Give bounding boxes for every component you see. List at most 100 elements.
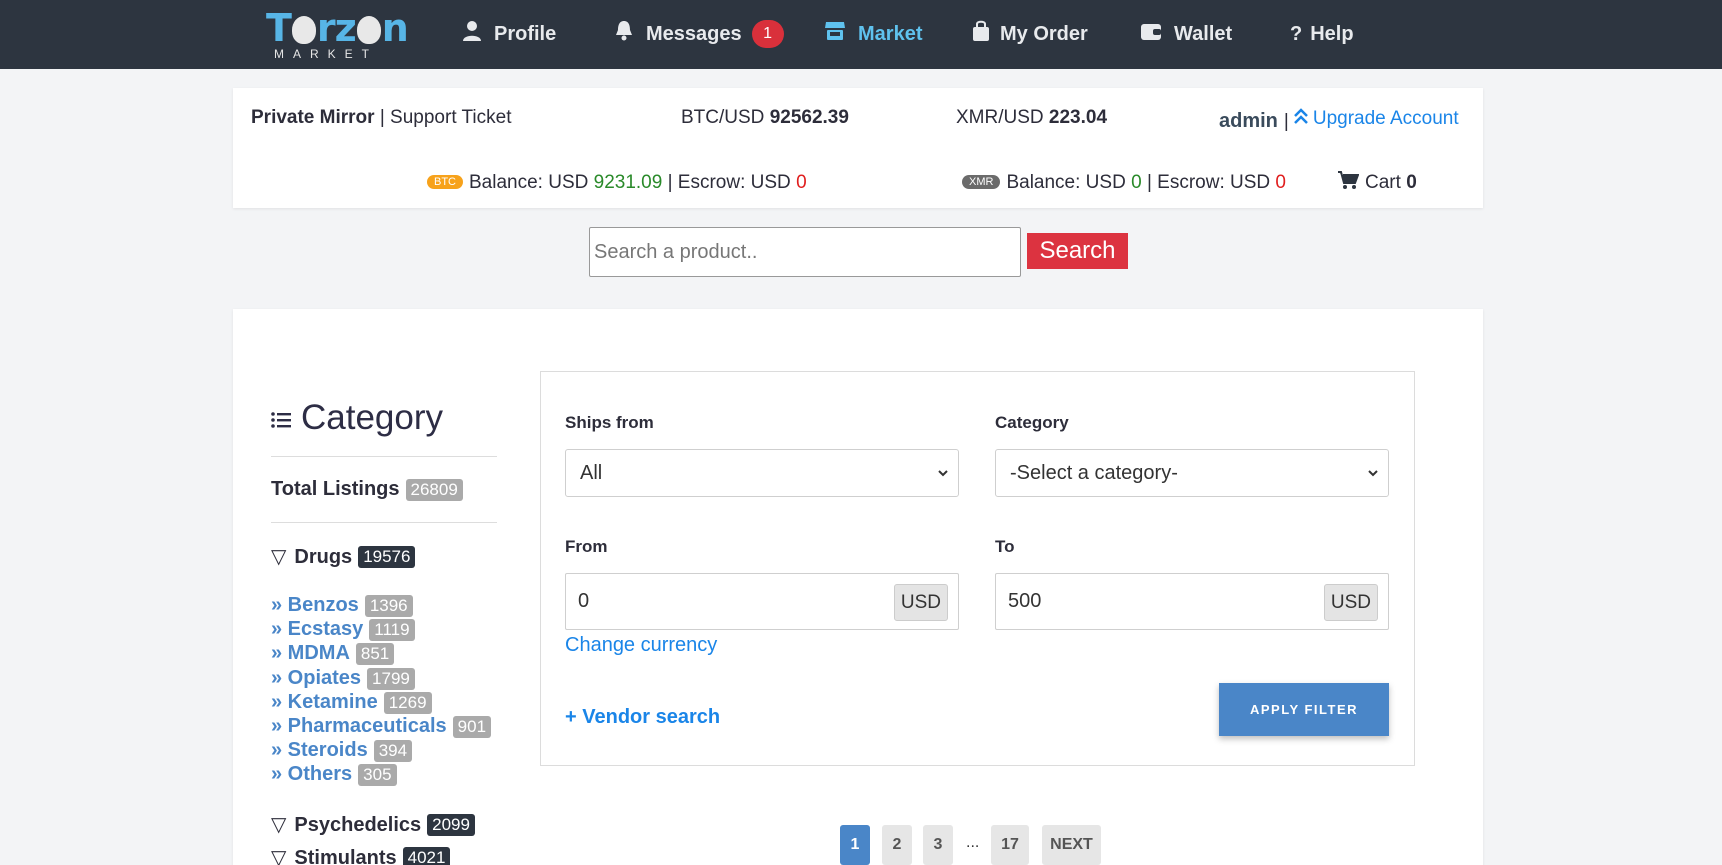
ships-from-select[interactable]: All: [565, 449, 959, 497]
next-page-button[interactable]: NEXT: [1042, 825, 1101, 865]
xmr-rate-label: XMR/USD: [956, 107, 1044, 128]
page-1-button[interactable]: 1: [840, 825, 870, 865]
btc-rate-label: BTC/USD: [681, 107, 765, 128]
nav-messages-label: Messages: [646, 22, 742, 45]
sub-category-mdma[interactable]: » MDMA 851: [271, 642, 395, 665]
search-button[interactable]: Search: [1027, 233, 1128, 269]
category-select[interactable]: -Select a category-: [995, 449, 1389, 497]
category-group-psychedelics[interactable]: ▽ Psychedelics 2099: [271, 812, 475, 837]
cart-link[interactable]: Cart 0: [1337, 170, 1417, 196]
sub-category-count: 1396: [364, 594, 413, 617]
user-icon: [462, 20, 482, 48]
category-group-drugs[interactable]: ▽ Drugs 19576: [271, 544, 416, 569]
page-3-button[interactable]: 3: [923, 825, 953, 865]
chevrons-up-icon: [1293, 107, 1309, 131]
separator: |: [379, 107, 385, 128]
category-filter-label: Category: [995, 413, 1069, 432]
username[interactable]: admin: [1219, 110, 1278, 133]
nav-help[interactable]: ? Help: [1290, 19, 1354, 49]
nav-profile[interactable]: Profile: [462, 19, 556, 49]
nav-wallet[interactable]: Wallet: [1140, 19, 1232, 49]
sub-category-count: 1119: [369, 618, 415, 641]
price-to-input[interactable]: 500 USD: [995, 573, 1389, 630]
price-to-value: 500: [1008, 590, 1042, 612]
search-input[interactable]: [589, 227, 1021, 277]
nav-help-label: Help: [1310, 22, 1354, 45]
total-listings-label: Total Listings: [271, 478, 400, 500]
xmr-rate: XMR/USD 223.04: [956, 107, 1107, 129]
cart-icon: [1337, 170, 1360, 196]
btc-escrow-value: 0: [796, 172, 807, 193]
sub-category-label: » Opiates: [271, 667, 362, 689]
bag-icon: [972, 20, 990, 48]
nav-profile-label: Profile: [494, 22, 557, 45]
list-icon: [271, 398, 291, 438]
btc-balance-row: BTC Balance: USD 9231.09 | Escrow: USD 0: [427, 172, 807, 194]
xmr-escrow-label: | Escrow: USD: [1146, 172, 1271, 193]
torzon-logo[interactable]: Trz n MARKET: [266, 6, 409, 60]
sub-category-label: » MDMA: [271, 642, 350, 664]
wallet-icon: [1140, 21, 1162, 47]
group-count: 4021: [402, 846, 451, 865]
page-2-button[interactable]: 2: [882, 825, 912, 865]
cart-count: 0: [1406, 172, 1417, 193]
store-icon: [824, 21, 846, 47]
sub-category-pharmaceuticals[interactable]: » Pharmaceuticals 901: [271, 715, 492, 738]
onion-icon: [291, 16, 316, 44]
nav-market-label: Market: [858, 22, 923, 45]
btc-balance-label: Balance: USD: [469, 172, 589, 193]
btc-balance-value: 9231.09: [593, 172, 663, 193]
sub-category-ecstasy[interactable]: » Ecstasy 1119: [271, 618, 415, 641]
bell-icon: [614, 20, 634, 48]
sub-category-others[interactable]: » Others 305: [271, 763, 397, 786]
currency-addon: USD: [893, 584, 948, 621]
sub-category-ketamine[interactable]: » Ketamine 1269: [271, 691, 432, 714]
price-from-value: 0: [578, 590, 590, 612]
upgrade-account-link[interactable]: Upgrade Account: [1313, 108, 1459, 130]
xmr-escrow-value: 0: [1275, 172, 1286, 193]
logo-wordmark: Trz n: [266, 6, 409, 50]
category-select-value: -Select a category-: [1010, 461, 1178, 484]
nav-messages[interactable]: Messages 1: [614, 19, 784, 49]
price-from-input[interactable]: 0 USD: [565, 573, 959, 630]
btc-rate-value: 92562.39: [769, 107, 849, 128]
sub-category-label: » Ecstasy: [271, 618, 364, 640]
triangle-down-icon: ▽: [271, 847, 287, 865]
group-count: 19576: [358, 545, 416, 568]
nav-market[interactable]: Market: [824, 19, 922, 49]
ships-from-value: All: [580, 461, 603, 484]
sub-category-steroids[interactable]: » Steroids 394: [271, 739, 413, 762]
group-label: Stimulants: [294, 847, 397, 865]
pagination-ellipsis: ...: [966, 834, 980, 851]
category-group-stimulants[interactable]: ▽ Stimulants 4021: [271, 845, 451, 865]
xmr-balance-row: XMR Balance: USD 0 | Escrow: USD 0: [962, 172, 1286, 194]
price-from-label: From: [565, 537, 608, 556]
triangle-down-icon: ▽: [271, 814, 287, 836]
private-mirror-link[interactable]: Private Mirror: [251, 107, 375, 128]
sub-category-benzos[interactable]: » Benzos 1396: [271, 594, 413, 617]
ships-from-label: Ships from: [565, 413, 654, 432]
messages-count-badge: 1: [751, 20, 784, 48]
nav-my-order-label: My Order: [1000, 22, 1088, 45]
page-17-button[interactable]: 17: [991, 825, 1029, 865]
triangle-down-icon: ▽: [271, 546, 287, 568]
sub-category-label: » Others: [271, 763, 353, 785]
apply-filter-button[interactable]: APPLY FILTER: [1219, 683, 1389, 736]
chevron-down-icon: [936, 462, 950, 490]
nav-my-order[interactable]: My Order: [972, 19, 1088, 49]
question-icon: ?: [1290, 22, 1303, 45]
mirror-support-row: Private Mirror | Support Ticket: [251, 107, 512, 129]
support-ticket-link[interactable]: Support Ticket: [390, 107, 511, 128]
total-listings-count: 26809: [405, 478, 463, 501]
btc-escrow-label: | Escrow: USD: [667, 172, 791, 193]
sub-category-count: 394: [373, 739, 413, 762]
divider: [271, 456, 497, 457]
change-currency-link[interactable]: Change currency: [565, 634, 717, 657]
sub-category-count: 1799: [367, 667, 415, 690]
nav-wallet-label: Wallet: [1174, 22, 1233, 45]
sub-category-opiates[interactable]: » Opiates 1799: [271, 667, 415, 690]
group-count: 2099: [427, 813, 475, 836]
vendor-search-link[interactable]: + Vendor search: [565, 706, 720, 729]
category-heading: Category: [271, 398, 443, 438]
sub-category-label: » Pharmaceuticals: [271, 715, 447, 737]
